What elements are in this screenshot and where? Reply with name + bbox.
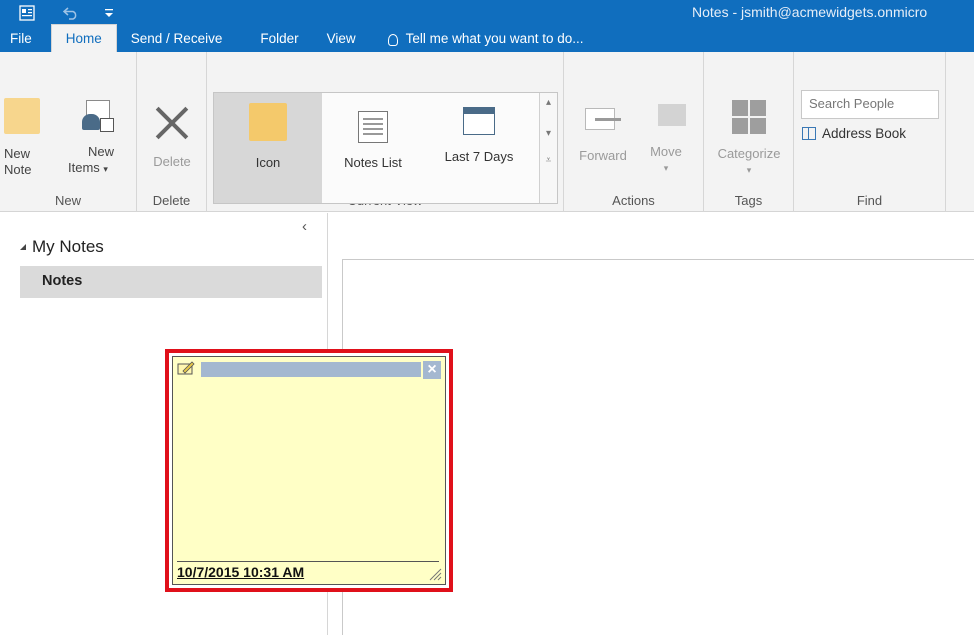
forward-label: Forward — [579, 148, 627, 163]
tab-home[interactable]: Home — [50, 24, 117, 52]
forward-button[interactable]: Forward — [570, 100, 636, 164]
view-last-7-days-label: Last 7 Days — [444, 149, 514, 164]
undo-icon[interactable] — [58, 0, 84, 26]
view-notes-list-label: Notes List — [344, 155, 402, 170]
note-title-bar[interactable] — [201, 362, 421, 377]
folder-item-notes[interactable]: Notes — [20, 266, 322, 298]
group-find: Search People Address Book Find — [794, 52, 946, 212]
resize-grip-icon[interactable] — [428, 567, 442, 581]
move-label: Move — [650, 144, 682, 159]
group-label-find: Find — [856, 193, 883, 208]
new-note-label-1: New — [4, 146, 31, 161]
search-people-input[interactable]: Search People — [801, 90, 939, 119]
move-button[interactable]: Move ▾ — [636, 96, 696, 176]
new-items-label-row: Items ▾ — [68, 160, 130, 177]
gallery-scroller[interactable]: ▴ ▾ ⩡ — [539, 93, 557, 203]
tab-view[interactable]: View — [313, 26, 370, 52]
ribbon: New Note New Items ▾ New Delete Delete C… — [0, 52, 974, 212]
new-items-button[interactable]: New Items ▾ — [68, 100, 130, 177]
group-actions: Forward Move ▾ Actions — [564, 52, 704, 212]
new-items-label-1: New — [88, 144, 115, 159]
address-book-button[interactable]: Address Book — [802, 126, 906, 141]
group-label-tags: Tags — [734, 193, 763, 208]
expand-triangle-icon[interactable] — [20, 244, 26, 250]
categorize-icon — [732, 100, 766, 134]
tab-folder[interactable]: Folder — [236, 26, 312, 52]
folder-group-my-notes[interactable]: My Notes — [20, 237, 104, 257]
dropdown-arrow-icon: ▾ — [103, 164, 108, 174]
note-footer-divider — [177, 561, 439, 562]
collapse-pane-icon[interactable]: ‹ — [302, 218, 307, 235]
tab-file[interactable]: File — [0, 26, 51, 52]
group-label-new: New — [54, 193, 81, 208]
note-timestamp: 10/7/2015 10:31 AM — [177, 564, 305, 580]
list-view-icon — [358, 111, 388, 143]
view-last-7-days-option[interactable]: Last 7 Days — [424, 93, 534, 203]
view-icon-label: Icon — [255, 155, 281, 170]
categorize-button[interactable]: Categorize ▾ — [708, 100, 790, 178]
categorize-label: Categorize — [717, 146, 781, 161]
delete-button[interactable]: Delete — [147, 104, 197, 170]
view-gallery: Icon Notes List Last 7 Days ▴ ▾ ⩡ — [213, 92, 558, 204]
delete-label: Delete — [153, 154, 191, 169]
move-dropdown-icon: ▾ — [663, 163, 669, 173]
note-icon — [4, 98, 40, 134]
new-note-button[interactable]: New Note — [4, 98, 52, 178]
view-icon-option[interactable]: Icon — [214, 93, 322, 203]
note-pencil-icon[interactable] — [177, 360, 195, 376]
sticky-note[interactable]: × 10/7/2015 10:31 AM — [172, 356, 446, 585]
group-delete: Delete Delete — [137, 52, 207, 212]
customize-qat-icon[interactable] — [96, 0, 122, 26]
scroll-up-icon[interactable]: ▴ — [540, 97, 557, 108]
group-label-actions: Actions — [612, 193, 655, 208]
ribbon-tabs: File Home Send / Receive Folder View Tel… — [0, 24, 974, 52]
address-book-label: Address Book — [822, 126, 907, 141]
forward-icon — [585, 100, 621, 134]
new-items-icon — [82, 100, 116, 134]
group-tags: Categorize ▾ Tags — [704, 52, 794, 212]
calendar-view-icon — [463, 107, 495, 135]
folder-group-label: My Notes — [32, 237, 104, 256]
note-close-icon[interactable]: × — [423, 361, 441, 379]
tab-send-receive[interactable]: Send / Receive — [117, 26, 237, 52]
lightbulb-icon — [387, 34, 398, 46]
outlook-app-icon[interactable] — [14, 0, 40, 26]
note-view-icon — [249, 103, 287, 141]
tell-me-box[interactable]: Tell me what you want to do... — [387, 26, 584, 52]
move-icon — [646, 96, 686, 130]
address-book-icon — [802, 127, 816, 140]
new-note-label-2: Note — [4, 162, 32, 177]
gallery-more-icon[interactable]: ⩡ — [540, 155, 557, 166]
scroll-down-icon[interactable]: ▾ — [540, 128, 557, 139]
group-label-delete: Delete — [152, 193, 191, 208]
delete-icon — [154, 104, 190, 140]
quick-access-toolbar — [0, 0, 122, 26]
group-new: New Note New Items ▾ New — [0, 52, 137, 212]
view-notes-list-option[interactable]: Notes List — [326, 93, 420, 203]
categorize-dropdown-icon: ▾ — [746, 165, 752, 175]
new-items-label-2: Items — [68, 160, 100, 175]
tell-me-text: Tell me what you want to do... — [405, 31, 584, 46]
title-bar: Notes - jsmith@acmewidgets.onmicro File … — [0, 0, 974, 52]
window-title: Notes - jsmith@acmewidgets.onmicro — [692, 4, 928, 20]
highlighted-note-frame: × 10/7/2015 10:31 AM — [165, 349, 453, 592]
